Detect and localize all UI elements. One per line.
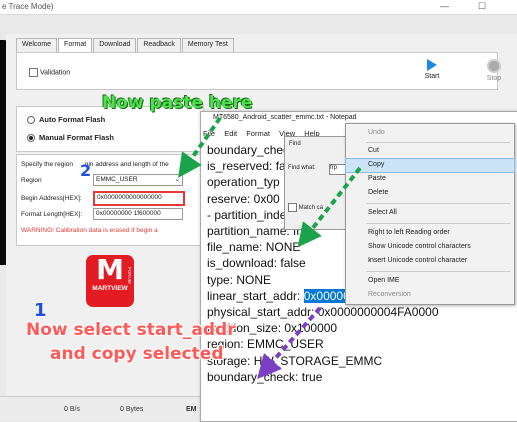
paste-arrow — [178, 116, 222, 178]
step-two-number: 2 — [80, 161, 92, 180]
select-start-addr-annotation: Now select start_addr — [26, 320, 236, 340]
paste-here-annotation: Now paste here — [102, 93, 253, 113]
copy-selected-annotation: and copy selected — [50, 344, 224, 364]
copy-arrow — [297, 166, 362, 248]
step-one-number: 1 — [34, 300, 47, 321]
select-arrow — [257, 306, 322, 379]
